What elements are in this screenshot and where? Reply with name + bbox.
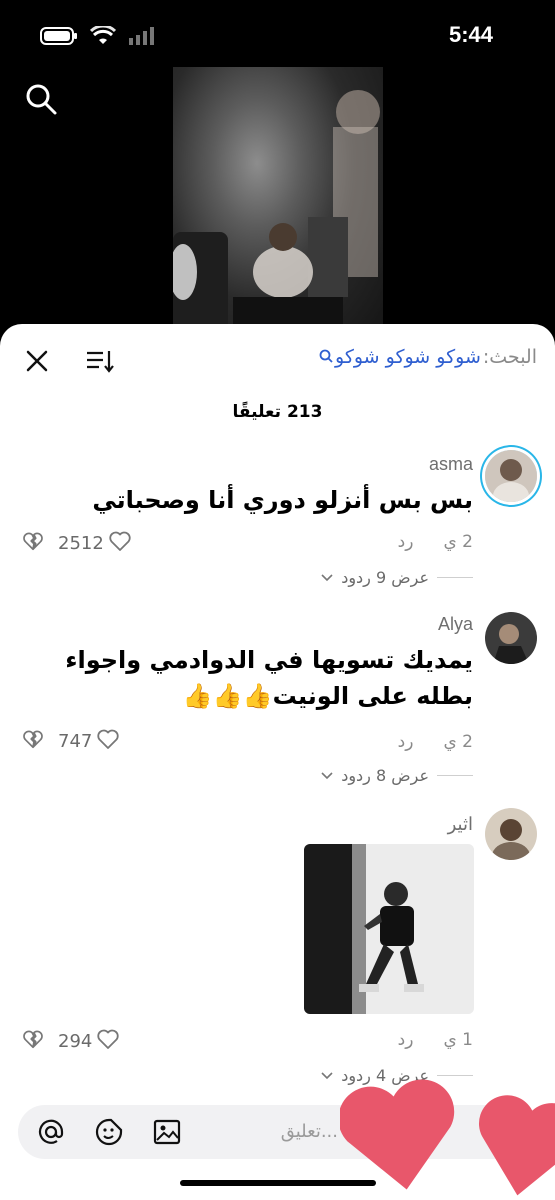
- comment-meta: 2 ي رد: [398, 532, 473, 552]
- broken-heart-icon[interactable]: [22, 728, 44, 755]
- search-term[interactable]: شوكو شوكو شوكو: [335, 346, 481, 368]
- chevron-down-icon: [321, 568, 333, 587]
- battery-icon: [40, 26, 78, 50]
- search-small-icon: [319, 346, 333, 368]
- comment-text: يمديك تسويها في الدوادمي واجواء بطله على…: [65, 646, 473, 710]
- signal-icon: [128, 26, 156, 50]
- comment-count: 213 تعليقًا: [232, 402, 323, 422]
- chevron-down-icon: [321, 1066, 333, 1085]
- status-icons: [40, 24, 156, 50]
- comment-item: asma بس بس أنزلو دوري أنا وصحباتي 2 ي رد…: [0, 448, 555, 598]
- heart-outline-icon[interactable]: [96, 1028, 120, 1055]
- like-group: 747: [22, 728, 120, 755]
- like-group: 294: [22, 1028, 120, 1055]
- like-count: 294: [58, 1031, 93, 1052]
- image-icon[interactable]: [152, 1117, 182, 1147]
- heart-outline-icon[interactable]: [108, 530, 132, 557]
- chevron-down-icon: [321, 766, 333, 785]
- like-count: 2512: [58, 533, 104, 554]
- divider-line: [437, 577, 473, 578]
- emoji-icon[interactable]: [94, 1117, 124, 1147]
- wifi-icon: [89, 24, 117, 50]
- comment-gif[interactable]: [304, 844, 474, 1014]
- input-icons: [36, 1117, 182, 1147]
- like-group: 2512: [22, 530, 132, 557]
- like-count-wrap: 2512: [58, 530, 132, 557]
- comment-username[interactable]: Alya: [438, 614, 473, 635]
- view-replies-button[interactable]: عرض 8 ردود: [321, 766, 473, 785]
- broken-heart-icon[interactable]: [22, 1028, 44, 1055]
- broken-heart-icon[interactable]: [22, 530, 44, 557]
- search-icon[interactable]: [24, 82, 58, 116]
- comment-item: اثير 1 ي رد 294 عرض 4 ردود: [0, 808, 555, 1098]
- search-query[interactable]: البحث: شوكو شوكو شوكو: [319, 346, 537, 368]
- comment-meta: 2 ي رد: [398, 732, 473, 752]
- status-time: 5:44: [448, 22, 493, 47]
- reply-button[interactable]: رد: [398, 732, 414, 752]
- comment-username[interactable]: اثير: [448, 814, 473, 835]
- comment-username[interactable]: asma: [429, 454, 473, 475]
- sheet-header: البحث: شوكو شوكو شوكو: [0, 324, 555, 394]
- video-thumbnail[interactable]: [173, 67, 383, 342]
- reply-button[interactable]: رد: [398, 1030, 414, 1050]
- avatar[interactable]: [485, 808, 537, 860]
- comment-text: بس بس أنزلو دوري أنا وصحباتي: [92, 486, 473, 514]
- avatar[interactable]: [485, 612, 537, 664]
- sort-icon[interactable]: [84, 346, 116, 376]
- avatar[interactable]: [485, 450, 537, 502]
- comment-input-placeholder[interactable]: ...تعليق: [281, 1121, 338, 1142]
- view-replies-label: عرض 9 ردود: [341, 568, 429, 587]
- comment-age: 2 ي: [443, 532, 473, 552]
- view-replies-label: عرض 8 ردود: [341, 766, 429, 785]
- at-mention-icon[interactable]: [36, 1117, 66, 1147]
- comment-age: 2 ي: [443, 732, 473, 752]
- reply-button[interactable]: رد: [398, 532, 414, 552]
- home-indicator: [180, 1180, 376, 1186]
- heart-outline-icon[interactable]: [96, 728, 120, 755]
- like-count: 747: [58, 731, 93, 752]
- video-area[interactable]: [0, 62, 555, 342]
- comment-meta: 1 ي رد: [398, 1030, 473, 1050]
- search-prefix: البحث:: [482, 346, 537, 368]
- view-replies-button[interactable]: عرض 9 ردود: [321, 568, 473, 587]
- status-bar: 5:44: [0, 0, 555, 62]
- comment-age: 1 ي: [443, 1030, 473, 1050]
- divider-line: [437, 775, 473, 776]
- comment-item: Alya يمديك تسويها في الدوادمي واجواء بطل…: [0, 610, 555, 800]
- like-count-wrap: 294: [58, 1028, 120, 1055]
- like-count-wrap: 747: [58, 728, 120, 755]
- close-icon[interactable]: [22, 346, 52, 376]
